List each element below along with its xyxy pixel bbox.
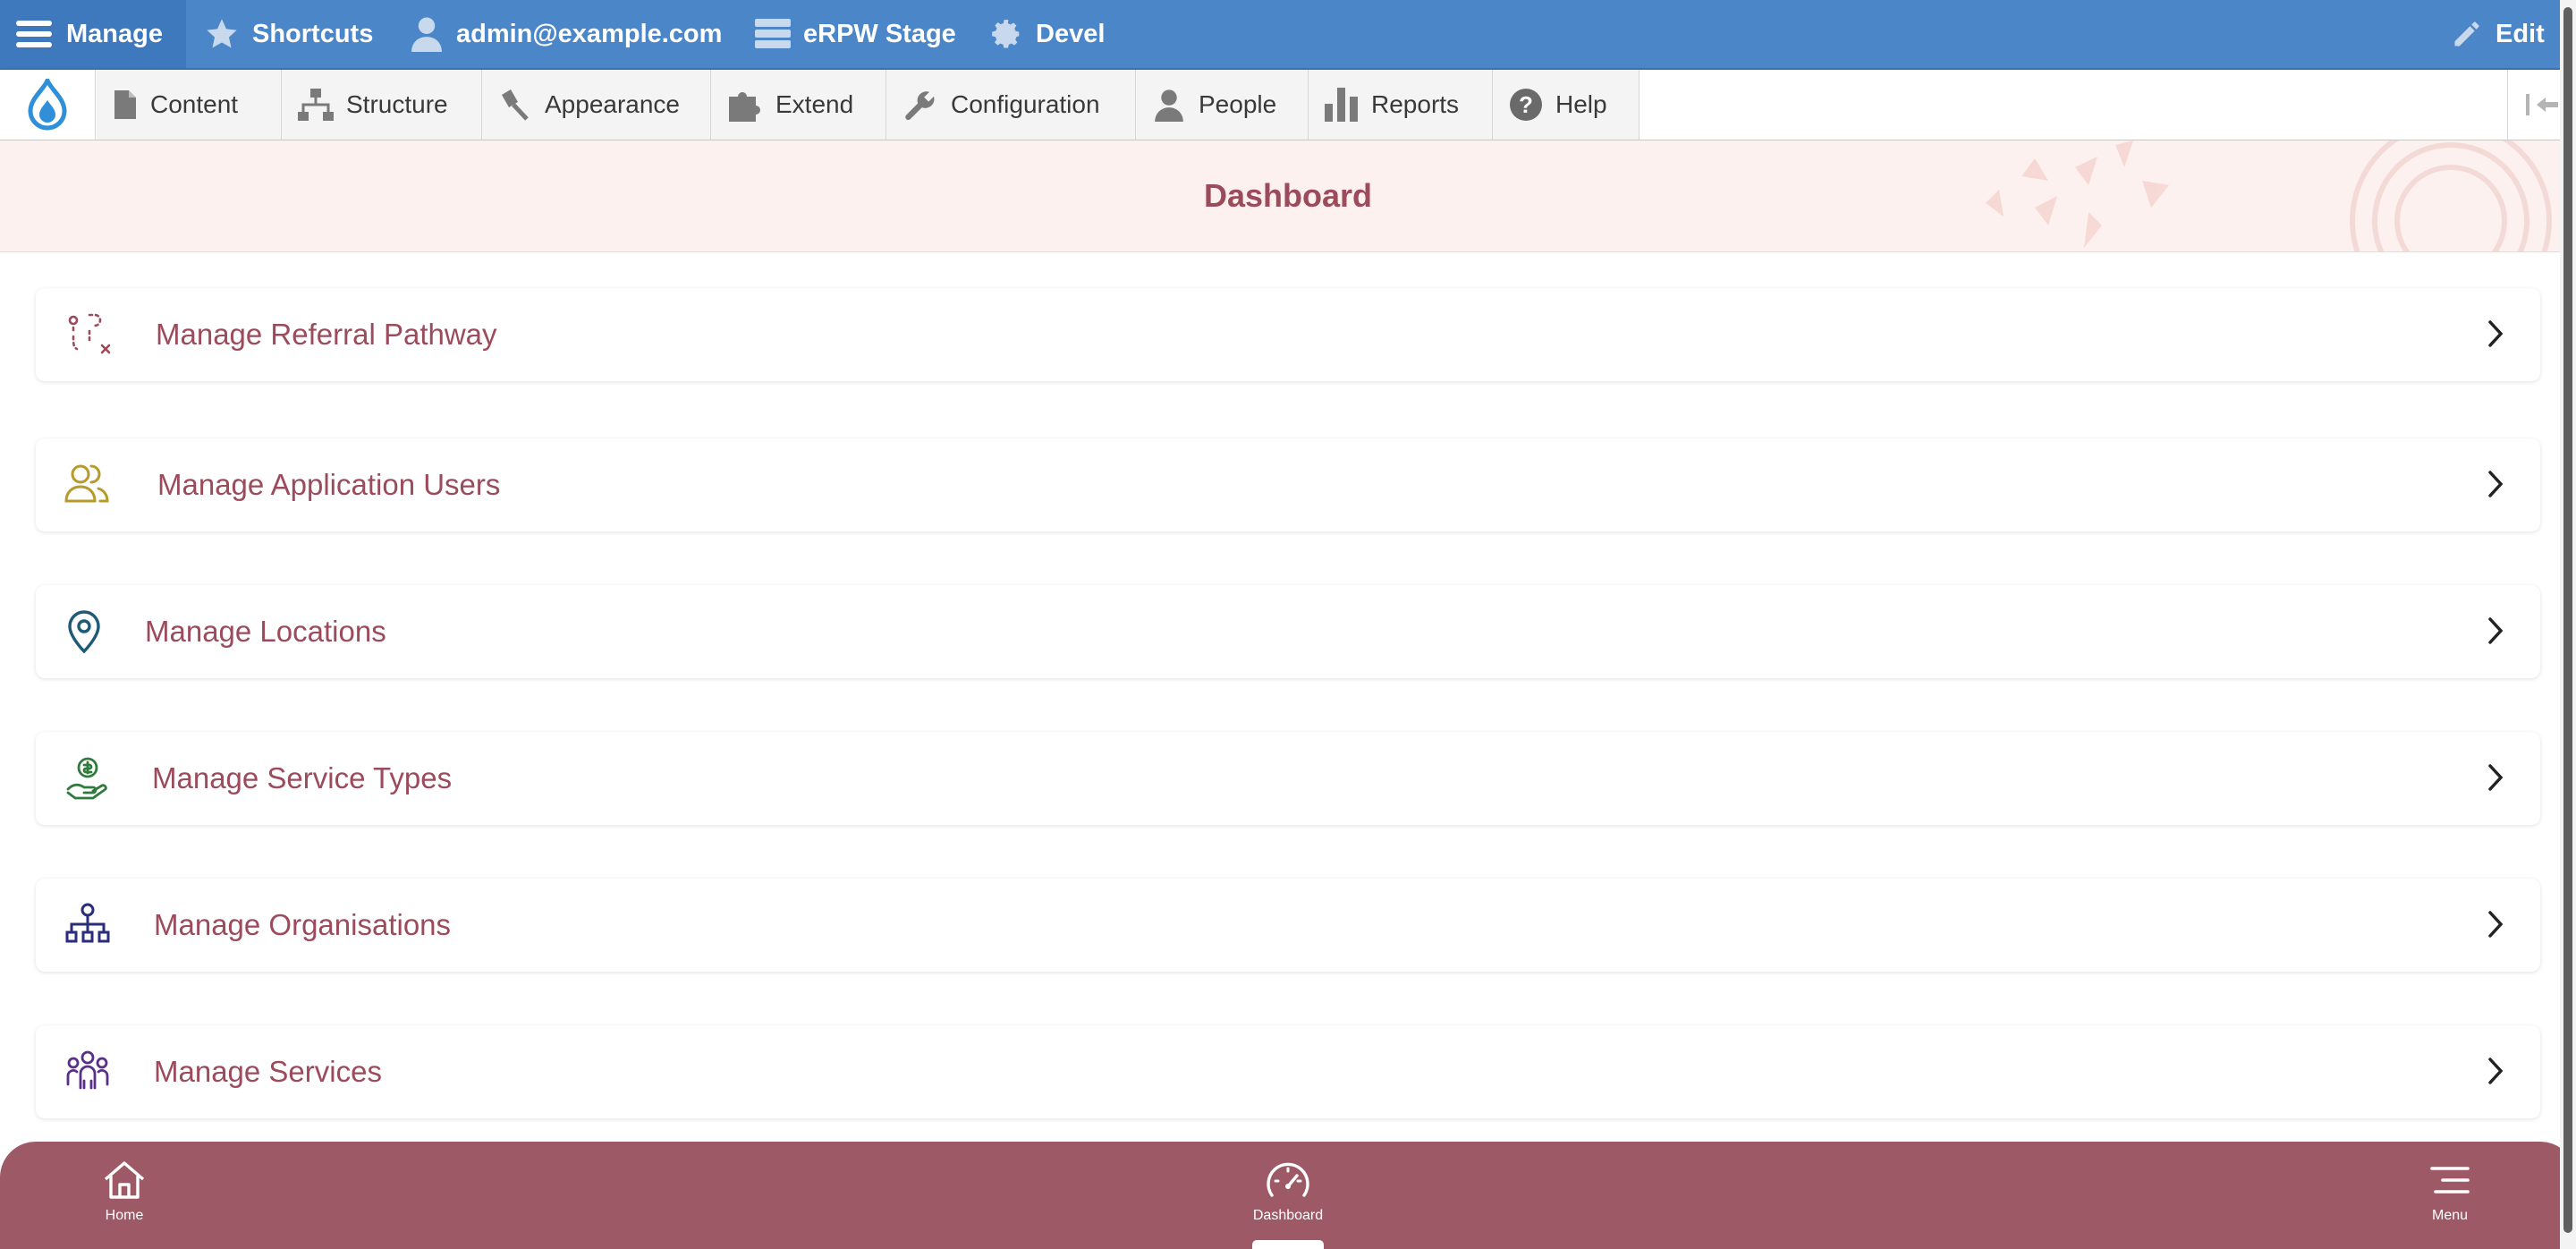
- tray-item-extend[interactable]: Extend: [711, 70, 886, 140]
- group-icon: [66, 1050, 109, 1090]
- map-pin-icon: [68, 610, 100, 654]
- pencil-icon: [2454, 21, 2479, 47]
- shortcuts-label: Shortcuts: [252, 19, 374, 48]
- scrollbar-thumb[interactable]: [2563, 7, 2572, 1233]
- drupal-logo[interactable]: [0, 70, 96, 140]
- card-manage-organisations[interactable]: Manage Organisations: [36, 879, 2540, 972]
- user-menu-button[interactable]: admin@example.com: [410, 0, 722, 68]
- tray-item-label: People: [1199, 90, 1277, 118]
- site-label: eRPW Stage: [803, 19, 956, 48]
- card-manage-locations[interactable]: Manage Locations: [36, 585, 2540, 678]
- admin-tray: Content Structure Appearance Extend Conf…: [0, 70, 2576, 140]
- gear-icon: [992, 20, 1020, 48]
- devel-button[interactable]: Devel: [989, 0, 1105, 68]
- tray-item-label: Configuration: [951, 90, 1100, 118]
- user-icon: [411, 17, 442, 52]
- admin-toolbar: Manage Shortcuts admin@example.com eRPW …: [0, 0, 2576, 70]
- nav-dashboard-label: Dashboard: [1252, 1208, 1324, 1223]
- card-manage-services[interactable]: Manage Services: [36, 1025, 2540, 1118]
- tray-item-structure[interactable]: Structure: [282, 70, 482, 140]
- tray-item-appearance[interactable]: Appearance: [482, 70, 711, 140]
- home-icon: [104, 1161, 145, 1199]
- nav-menu[interactable]: Menu: [2360, 1160, 2539, 1224]
- paintbrush-icon: [502, 89, 529, 121]
- card-label: Manage Services: [154, 1055, 382, 1088]
- tray-item-label: Structure: [346, 90, 448, 118]
- puzzle-icon: [729, 92, 760, 122]
- manage-label: Manage: [66, 19, 163, 48]
- chevron-right-icon: [2488, 911, 2504, 938]
- bottom-navigation: Home Dashboard Menu: [0, 1142, 2576, 1249]
- edit-label: Edit: [2496, 19, 2545, 48]
- page-title: Dashboard: [1203, 177, 1373, 214]
- card-label: Manage Locations: [145, 615, 386, 648]
- card-manage-service-types[interactable]: Manage Service Types: [36, 732, 2540, 825]
- org-chart-icon: [65, 903, 110, 943]
- tray-item-label: Reports: [1371, 90, 1460, 118]
- chevron-right-icon: [2488, 617, 2504, 644]
- chevron-right-icon: [2488, 320, 2504, 347]
- card-label: Manage Service Types: [152, 761, 453, 794]
- hand-coin-icon: [66, 757, 107, 800]
- tray-item-reports[interactable]: Reports: [1309, 70, 1493, 140]
- tray-item-label: Extend: [775, 90, 854, 118]
- nav-home[interactable]: Home: [35, 1160, 214, 1224]
- card-manage-application-users[interactable]: Manage Application Users: [36, 438, 2540, 531]
- tray-item-configuration[interactable]: Configuration: [886, 70, 1136, 140]
- card-label: Manage Application Users: [157, 468, 501, 501]
- users-icon: [64, 464, 109, 503]
- card-manage-referral-pathway[interactable]: Manage Referral Pathway: [36, 288, 2540, 381]
- manage-button[interactable]: Manage: [0, 0, 186, 68]
- tray-item-label: Help: [1555, 90, 1607, 118]
- tray-item-label: Content: [150, 90, 239, 118]
- chevron-right-icon: [2488, 471, 2504, 497]
- svg-text:?: ?: [1519, 91, 1533, 118]
- card-label: Manage Referral Pathway: [156, 318, 497, 351]
- tray-item-help[interactable]: ? Help: [1493, 70, 1640, 140]
- hamburger-icon: [16, 21, 52, 47]
- active-tab-indicator: [1252, 1240, 1324, 1249]
- nav-dashboard[interactable]: Dashboard: [1199, 1160, 1377, 1224]
- tray-item-content[interactable]: Content: [97, 70, 282, 140]
- question-icon: ?: [1510, 89, 1542, 121]
- speedometer-icon: [1267, 1162, 1309, 1197]
- route-icon: [68, 313, 111, 354]
- server-icon: [755, 19, 791, 48]
- file-icon: [114, 90, 136, 119]
- nav-home-label: Home: [105, 1208, 144, 1223]
- chevron-right-icon: [2488, 1058, 2504, 1084]
- collapse-left-icon: [2526, 94, 2558, 115]
- devel-label: Devel: [1036, 19, 1106, 48]
- sitemap-icon: [298, 89, 334, 121]
- wrench-icon: [905, 91, 935, 121]
- card-label: Manage Organisations: [154, 908, 452, 941]
- star-icon: [207, 19, 237, 48]
- person-icon: [1155, 89, 1183, 122]
- menu-lines-icon: [2430, 1167, 2470, 1194]
- chevron-right-icon: [2488, 764, 2504, 791]
- bar-chart-icon: [1325, 88, 1358, 122]
- tray-item-label: Appearance: [545, 90, 681, 118]
- edit-button[interactable]: Edit: [2451, 0, 2545, 68]
- shortcuts-button[interactable]: Shortcuts: [204, 0, 373, 68]
- page-header: Dashboard: [0, 140, 2576, 252]
- site-menu-button[interactable]: eRPW Stage: [755, 0, 956, 68]
- user-label: admin@example.com: [456, 19, 723, 48]
- vertical-scrollbar[interactable]: [2560, 0, 2576, 1249]
- nav-menu-label: Menu: [2431, 1208, 2469, 1223]
- drupal-drop-icon: [28, 79, 67, 131]
- tray-item-people[interactable]: People: [1136, 70, 1309, 140]
